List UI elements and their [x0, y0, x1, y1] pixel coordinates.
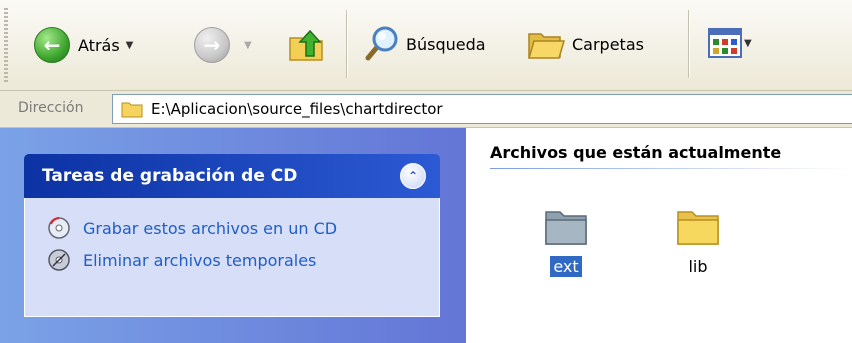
file-list-pane: Archivos que están actualmente ext lib [466, 128, 852, 343]
back-dropdown-icon[interactable]: ▼ [126, 40, 134, 51]
toolbar-separator [688, 10, 689, 78]
group-header: Archivos que están actualmente [490, 143, 782, 162]
folders-icon [527, 33, 566, 59]
folders-label: Carpetas [572, 34, 644, 54]
folder-icon [545, 211, 587, 245]
forward-arrow-icon: → [194, 27, 230, 63]
search-button[interactable]: Búsqueda [360, 24, 486, 64]
address-label: Dirección [18, 100, 84, 116]
group-divider [490, 168, 852, 169]
views-icon [708, 28, 742, 58]
delete-temp-files-icon [48, 249, 70, 271]
up-folder-icon [289, 29, 323, 61]
back-label: Atrás [78, 35, 120, 55]
task-link-burn-cd[interactable]: Grabar estos archivos en un CD [83, 219, 337, 238]
address-path[interactable]: E:\Aplicacion\source_files\chartdirector [151, 100, 443, 118]
folders-button[interactable]: Carpetas [526, 24, 644, 64]
search-label: Búsqueda [406, 34, 486, 54]
folder-icon [121, 102, 143, 118]
back-button[interactable]: ← Atrás ▼ [34, 27, 133, 63]
task-item-burn-cd[interactable]: Grabar estos archivos en un CD [47, 212, 439, 244]
task-item-delete-temp[interactable]: Eliminar archivos temporales [47, 244, 439, 276]
standard-toolbar: ← Atrás ▼ → ▼ Búsqueda Carpetas ▼ [0, 0, 852, 91]
forward-button[interactable]: → ▼ [194, 27, 252, 63]
toolbar-separator [346, 10, 347, 78]
folder-name-lib[interactable]: lib [685, 256, 710, 277]
views-dropdown-icon[interactable]: ▼ [744, 38, 752, 49]
views-button[interactable]: ▼ [708, 28, 752, 58]
cd-tasks-title: Tareas de grabación de CD [42, 166, 298, 186]
collapse-chevron-icon[interactable]: ⌃ [400, 163, 426, 189]
forward-dropdown-icon[interactable]: ▼ [244, 40, 252, 51]
task-link-delete-temp[interactable]: Eliminar archivos temporales [83, 251, 316, 270]
address-field[interactable]: E:\Aplicacion\source_files\chartdirector [112, 94, 852, 124]
folder-name-ext[interactable]: ext [550, 256, 582, 277]
task-pane: Tareas de grabación de CD ⌃ Grabar estos… [0, 128, 466, 343]
search-icon [365, 26, 398, 61]
up-folder-button[interactable] [286, 24, 326, 64]
address-bar: Dirección E:\Aplicacion\source_files\cha… [0, 91, 852, 128]
cd-tasks-body: Grabar estos archivos en un CD Eliminar … [24, 198, 440, 317]
folder-item-lib[interactable]: lib [650, 206, 746, 277]
back-arrow-icon: ← [34, 27, 70, 63]
cd-tasks-header[interactable]: Tareas de grabación de CD ⌃ [24, 154, 440, 198]
cd-burn-icon [48, 217, 70, 239]
folder-icon [677, 211, 719, 245]
folder-item-ext[interactable]: ext [518, 206, 614, 277]
toolbar-grip[interactable] [4, 8, 8, 82]
cd-tasks-panel: Tareas de grabación de CD ⌃ Grabar estos… [24, 154, 440, 317]
